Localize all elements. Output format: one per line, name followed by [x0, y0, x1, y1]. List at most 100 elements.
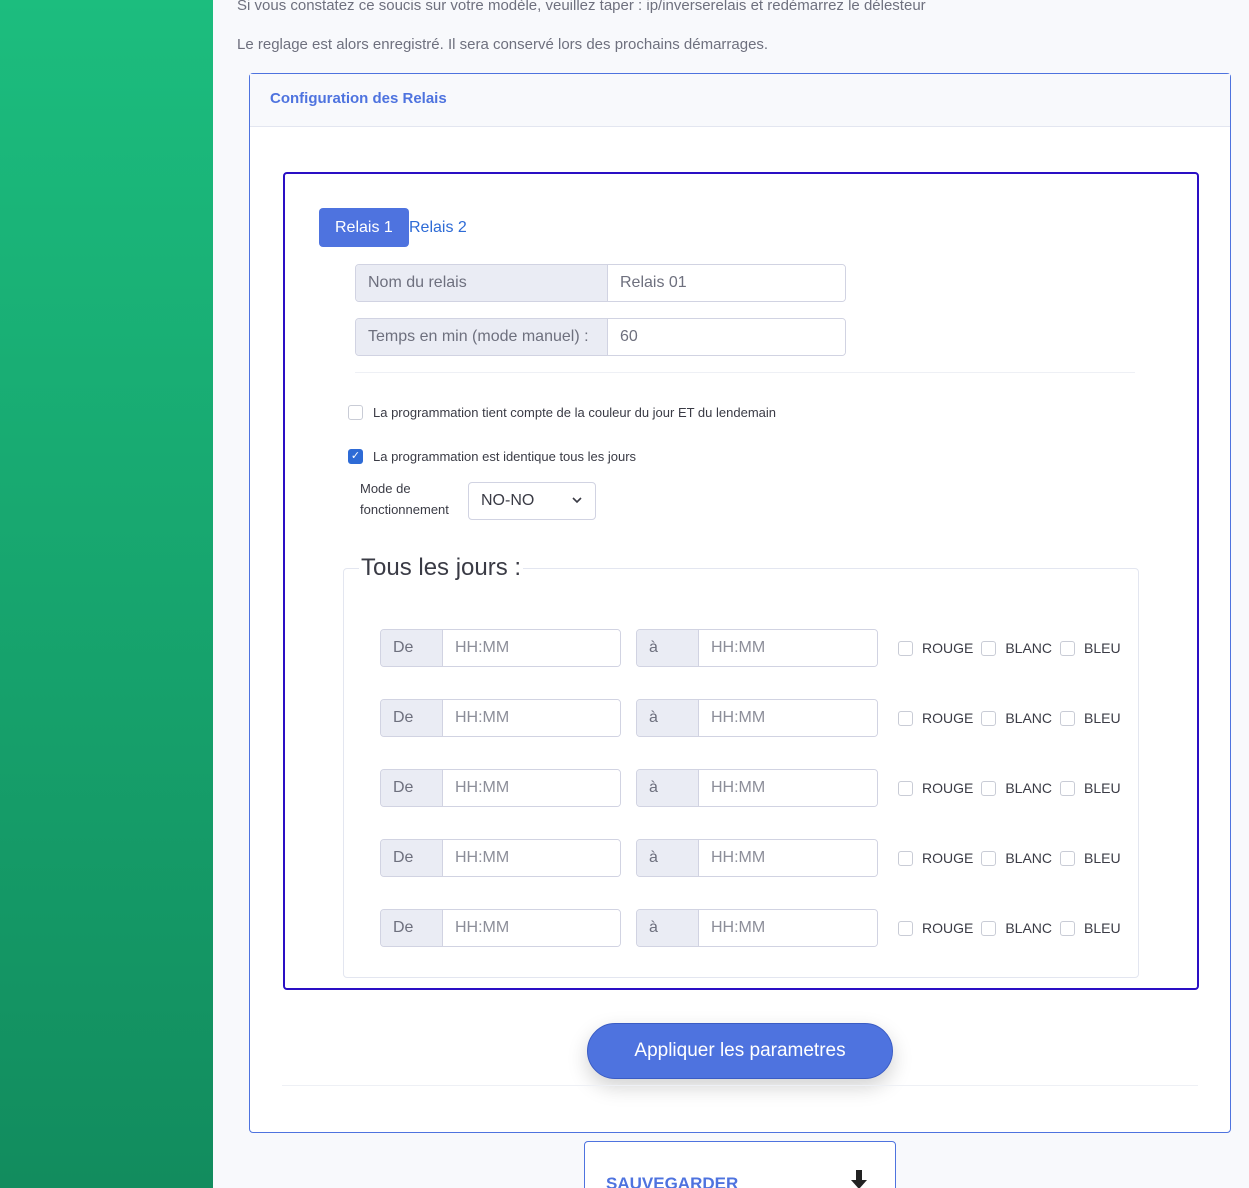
bleu-label: BLEU	[1084, 780, 1121, 796]
blanc-label: BLANC	[1005, 850, 1053, 866]
color-options: ROUGE BLANC BLEU	[898, 629, 1129, 667]
to-label: à	[637, 910, 699, 946]
rouge-label: ROUGE	[922, 640, 974, 656]
sidebar	[0, 0, 213, 1188]
tab-relais-1[interactable]: Relais 1	[319, 208, 409, 247]
to-time-input[interactable]: HH:MM	[699, 700, 877, 736]
to-label: à	[637, 770, 699, 806]
manual-time-input[interactable]: 60	[608, 319, 845, 355]
color-options: ROUGE BLANC BLEU	[898, 699, 1129, 737]
color-options: ROUGE BLANC BLEU	[898, 839, 1129, 877]
color-option-bleu[interactable]: BLEU	[1060, 710, 1121, 726]
bleu-checkbox[interactable]	[1060, 710, 1076, 726]
rouge-checkbox[interactable]	[898, 710, 913, 726]
from-time-input[interactable]: HH:MM	[443, 630, 620, 666]
chevron-down-icon	[571, 483, 583, 533]
rouge-checkbox[interactable]	[898, 850, 913, 866]
rouge-checkbox[interactable]	[898, 920, 913, 936]
mode-select[interactable]: NO-NO	[468, 482, 596, 520]
to-label: à	[637, 840, 699, 876]
blanc-label: BLANC	[1005, 780, 1053, 796]
rouge-checkbox[interactable]	[898, 780, 913, 796]
option-same-every-day[interactable]: ✓ La programmation est identique tous le…	[348, 449, 636, 464]
blanc-checkbox[interactable]	[981, 850, 997, 866]
same-every-day-checkbox[interactable]: ✓	[348, 449, 363, 464]
from-time-group: De HH:MM	[380, 769, 621, 807]
color-option-bleu[interactable]: BLEU	[1060, 920, 1121, 936]
to-time-group: à HH:MM	[636, 769, 878, 807]
mode-label-line2: fonctionnement	[360, 502, 449, 517]
blanc-checkbox[interactable]	[981, 920, 997, 936]
color-options: ROUGE BLANC BLEU	[898, 769, 1129, 807]
info-note-line2: Le reglage est alors enregistré. Il sera…	[237, 36, 769, 53]
to-time-input[interactable]: HH:MM	[699, 910, 877, 946]
to-time-input[interactable]: HH:MM	[699, 840, 877, 876]
from-label: De	[381, 840, 443, 876]
color-option-rouge[interactable]: ROUGE	[898, 640, 973, 656]
from-label: De	[381, 910, 443, 946]
rouge-checkbox[interactable]	[898, 640, 913, 656]
from-time-input[interactable]: HH:MM	[443, 840, 620, 876]
rouge-label: ROUGE	[922, 850, 974, 866]
blanc-label: BLANC	[1005, 710, 1053, 726]
bleu-checkbox[interactable]	[1060, 780, 1076, 796]
to-time-group: à HH:MM	[636, 909, 878, 947]
color-tomorrow-checkbox[interactable]	[348, 405, 363, 420]
to-time-group: à HH:MM	[636, 629, 878, 667]
color-tomorrow-label: La programmation tient compte de la coul…	[373, 405, 776, 420]
blanc-label: BLANC	[1005, 640, 1053, 656]
from-time-group: De HH:MM	[380, 909, 621, 947]
card-title: Configuration des Relais	[250, 74, 1230, 127]
color-option-blanc[interactable]: BLANC	[981, 780, 1052, 796]
blanc-checkbox[interactable]	[981, 780, 997, 796]
to-time-group: à HH:MM	[636, 839, 878, 877]
save-card[interactable]: SAUVEGARDER	[584, 1141, 896, 1188]
color-option-blanc[interactable]: BLANC	[981, 850, 1052, 866]
from-time-group: De HH:MM	[380, 629, 621, 667]
color-option-bleu[interactable]: BLEU	[1060, 780, 1121, 796]
bleu-label: BLEU	[1084, 850, 1121, 866]
from-time-group: De HH:MM	[380, 839, 621, 877]
color-option-blanc[interactable]: BLANC	[981, 920, 1052, 936]
option-color-tomorrow[interactable]: La programmation tient compte de la coul…	[348, 405, 776, 420]
divider	[355, 372, 1135, 373]
to-label: à	[637, 700, 699, 736]
bleu-label: BLEU	[1084, 640, 1121, 656]
same-every-day-label: La programmation est identique tous les …	[373, 449, 637, 464]
to-time-input[interactable]: HH:MM	[699, 630, 877, 666]
color-option-rouge[interactable]: ROUGE	[898, 920, 973, 936]
color-option-bleu[interactable]: BLEU	[1060, 640, 1121, 656]
color-option-rouge[interactable]: ROUGE	[898, 850, 973, 866]
divider	[282, 1085, 1198, 1086]
from-time-input[interactable]: HH:MM	[443, 700, 620, 736]
color-option-rouge[interactable]: ROUGE	[898, 710, 973, 726]
tab-relais-2[interactable]: Relais 2	[409, 208, 467, 247]
mode-label-line1: Mode de	[360, 481, 411, 496]
from-time-input[interactable]: HH:MM	[443, 910, 620, 946]
rouge-label: ROUGE	[922, 920, 974, 936]
blanc-checkbox[interactable]	[981, 640, 997, 656]
download-icon	[851, 1170, 867, 1188]
schedule-legend: Tous les jours :	[359, 554, 524, 582]
color-option-blanc[interactable]: BLANC	[981, 710, 1052, 726]
apply-settings-button[interactable]: Appliquer les parametres	[587, 1023, 893, 1079]
blanc-checkbox[interactable]	[981, 710, 997, 726]
manual-time-group: Temps en min (mode manuel) : 60	[355, 318, 846, 356]
to-time-input[interactable]: HH:MM	[699, 770, 877, 806]
color-option-bleu[interactable]: BLEU	[1060, 850, 1121, 866]
save-label: SAUVEGARDER	[606, 1174, 739, 1188]
bleu-checkbox[interactable]	[1060, 920, 1076, 936]
from-time-input[interactable]: HH:MM	[443, 770, 620, 806]
relay-name-group: Nom du relais Relais 01	[355, 264, 846, 302]
bleu-checkbox[interactable]	[1060, 850, 1076, 866]
from-time-group: De HH:MM	[380, 699, 621, 737]
from-label: De	[381, 770, 443, 806]
relay-config-card: Configuration des Relais Relais 1 Relais…	[249, 73, 1231, 1133]
bleu-checkbox[interactable]	[1060, 640, 1076, 656]
to-time-group: à HH:MM	[636, 699, 878, 737]
to-label: à	[637, 630, 699, 666]
relay-name-input[interactable]: Relais 01	[608, 265, 845, 301]
color-options: ROUGE BLANC BLEU	[898, 909, 1129, 947]
color-option-blanc[interactable]: BLANC	[981, 640, 1052, 656]
color-option-rouge[interactable]: ROUGE	[898, 780, 973, 796]
